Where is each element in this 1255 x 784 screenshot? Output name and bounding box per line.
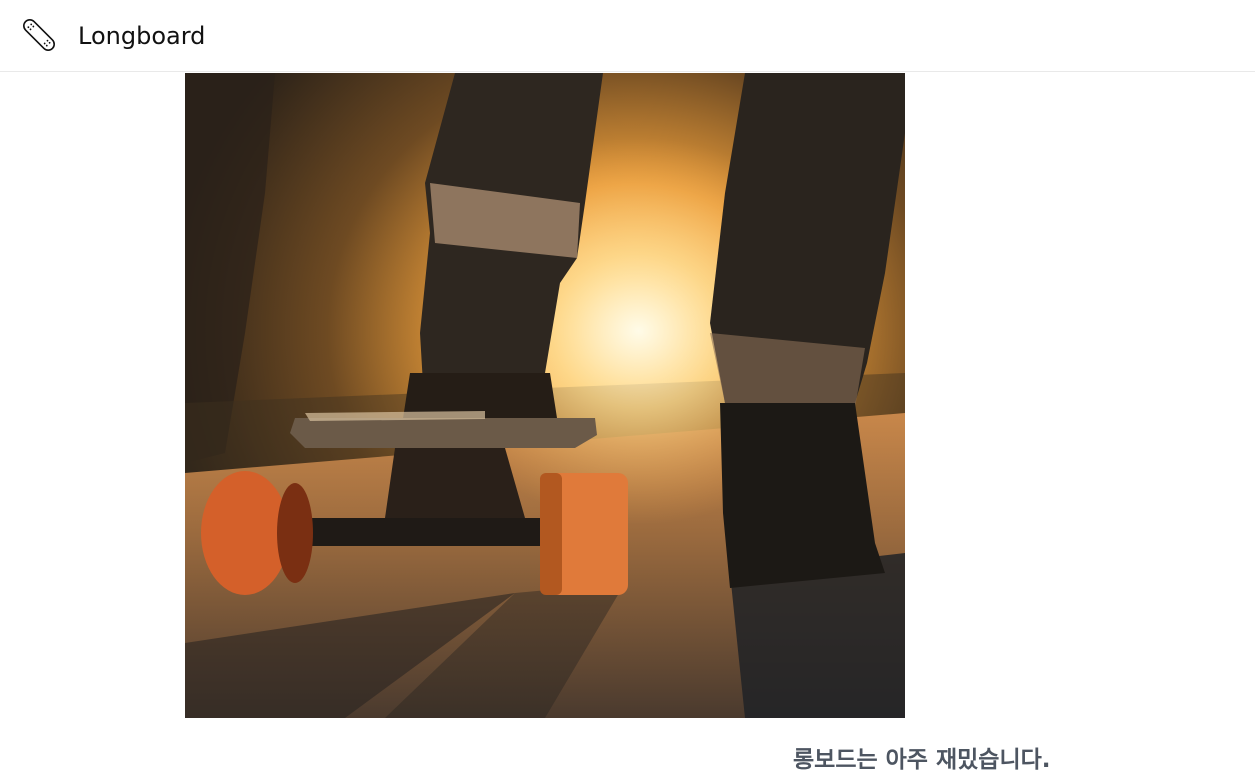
caption-text: 롱보드는 아주 재밌습니다. — [793, 747, 1051, 773]
hero-image — [185, 73, 905, 718]
skateboard-icon[interactable] — [18, 14, 60, 56]
brand-link[interactable]: Longboard — [78, 20, 205, 52]
site-header: Longboard — [0, 0, 1255, 72]
